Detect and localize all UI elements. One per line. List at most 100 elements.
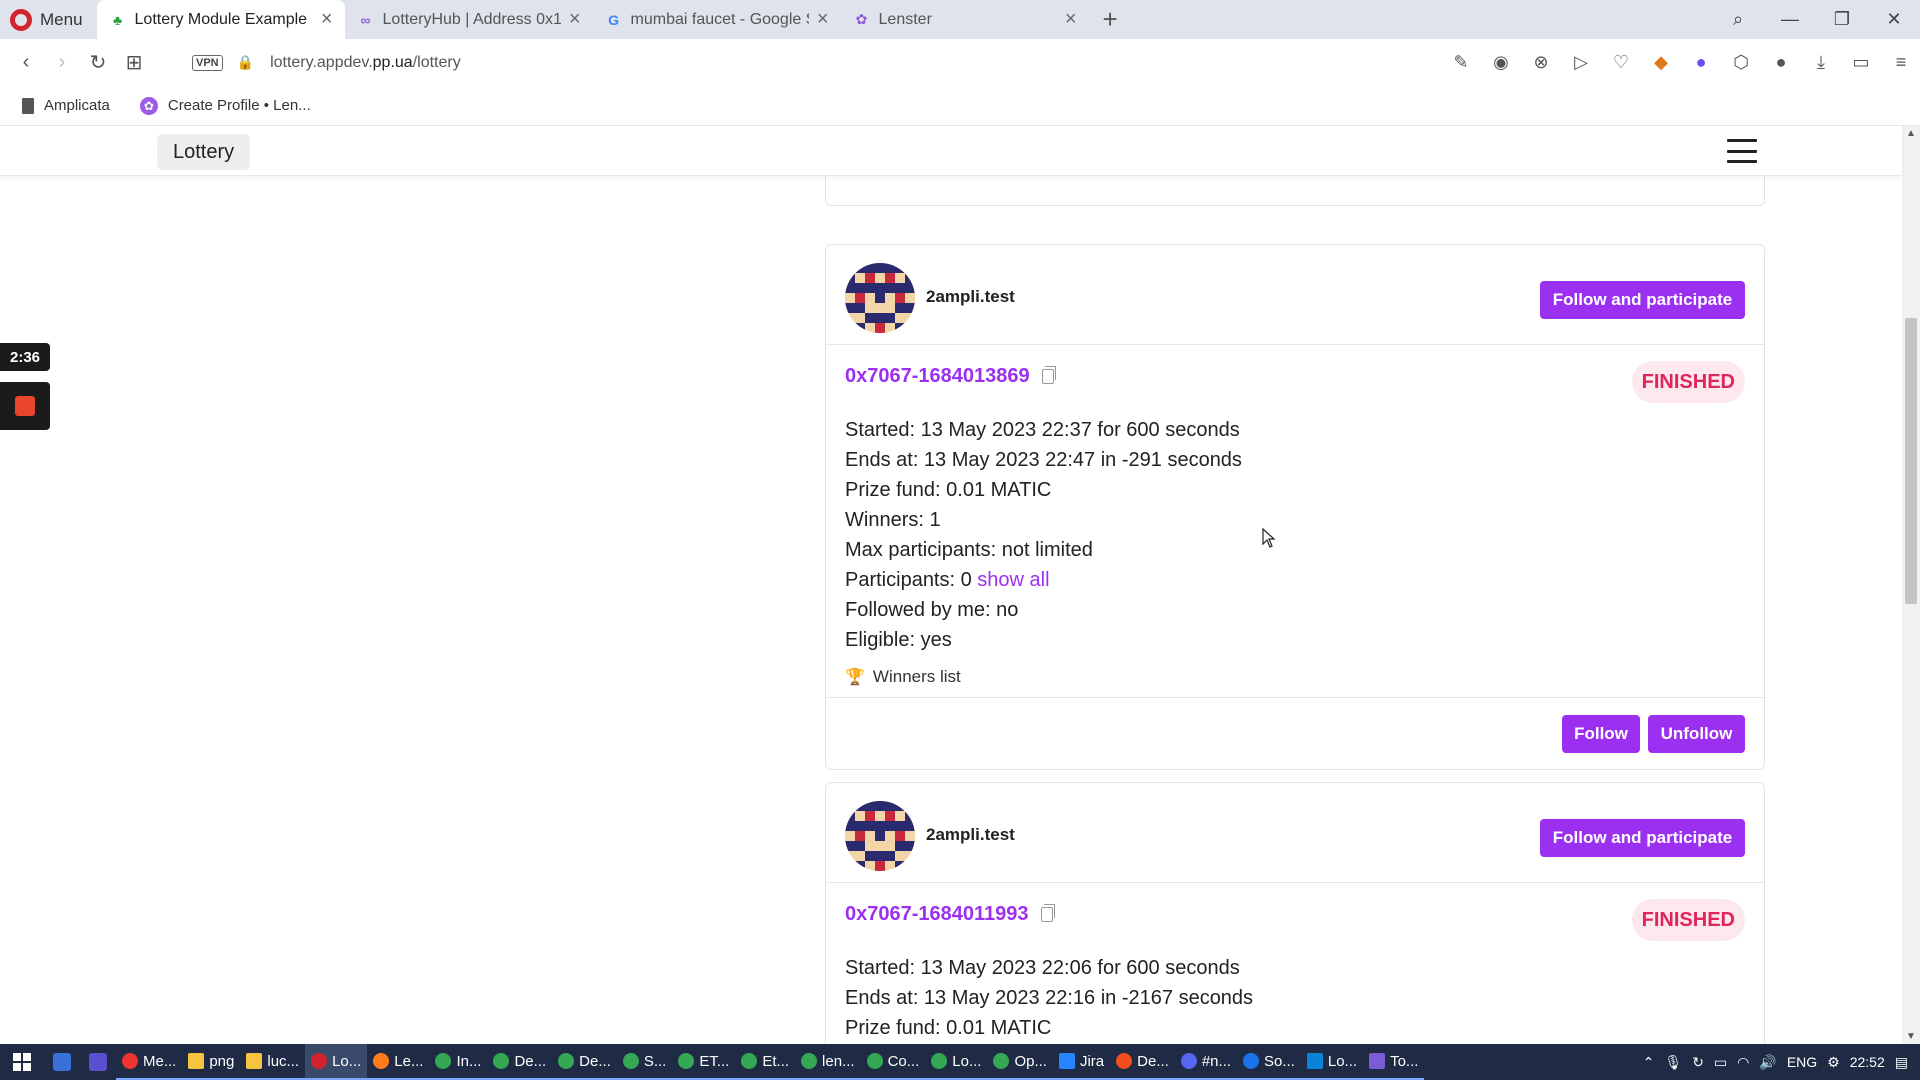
close-window-icon[interactable]: ✕ [1868, 9, 1920, 30]
hamburger-menu-icon[interactable] [1727, 139, 1757, 163]
avatar[interactable] [845, 263, 915, 333]
taskbar-item[interactable]: Lo... [925, 1044, 988, 1080]
search-tabs-icon[interactable]: ⌕ [1712, 9, 1764, 30]
taskbar-item[interactable]: In... [429, 1044, 488, 1080]
opera-logo-icon [10, 8, 32, 31]
close-icon[interactable]: × [569, 8, 581, 31]
wifi-icon[interactable]: ◠ [1737, 1054, 1749, 1071]
tabs-grid-icon[interactable]: ⊞ [116, 50, 152, 75]
taskbar-item[interactable]: Co... [860, 1044, 926, 1080]
new-tab-button[interactable]: + [1089, 4, 1132, 35]
cube-icon[interactable]: ⬡ [1728, 52, 1754, 73]
chevron-up-icon[interactable]: ⌃ [1643, 1054, 1655, 1071]
taskbar-item[interactable]: Lo... [1300, 1044, 1364, 1080]
username[interactable]: 2ampli.test [926, 287, 1015, 307]
taskbar-item[interactable]: To... [1363, 1044, 1425, 1080]
language-indicator[interactable]: ENG [1787, 1054, 1817, 1070]
send-icon[interactable]: ▷ [1568, 52, 1594, 73]
lottery-card: 2ampli.test Follow and participate 0x706… [825, 782, 1765, 1044]
start-button[interactable] [0, 1044, 44, 1080]
vpn-badge[interactable]: VPN [192, 54, 223, 71]
notifications-icon[interactable]: ▤ [1895, 1054, 1908, 1071]
show-all-link[interactable]: show all [977, 569, 1049, 591]
card-header: 2ampli.test Follow and participate [826, 245, 1764, 345]
taskbar-item[interactable]: De... [487, 1044, 553, 1080]
follow-and-participate-button[interactable]: Follow and participate [1540, 281, 1745, 319]
google-icon: G [608, 11, 619, 28]
lottery-id-text[interactable]: 0x7067-1684013869 [845, 365, 1030, 388]
brand-link[interactable]: Lottery [157, 134, 251, 170]
close-icon[interactable]: × [1065, 8, 1077, 31]
camera-icon[interactable]: ◉ [1488, 52, 1514, 73]
taskbar-item[interactable]: S... [616, 1044, 673, 1080]
page-scrollbar[interactable]: ▲ ▼ [1902, 126, 1920, 1044]
app-icon[interactable] [80, 1044, 116, 1080]
profile-icon[interactable]: ● [1768, 52, 1794, 73]
block-icon[interactable]: ⊗ [1528, 52, 1554, 73]
minimize-icon[interactable]: — [1764, 9, 1816, 30]
winners-list-toggle[interactable]: 🏆 Winners list [845, 667, 961, 687]
taskbar-item[interactable]: De... [552, 1044, 617, 1080]
address-bar: ‹ › ↻ ⊞ VPN 🔒 lottery.appdev.pp.ua/lotte… [0, 39, 1920, 86]
settings-icon[interactable]: ⚙ [1827, 1054, 1840, 1071]
scroll-down-icon[interactable]: ▼ [1902, 1031, 1920, 1042]
download-icon[interactable]: ⤓ [1808, 52, 1834, 73]
avatar[interactable] [845, 801, 915, 871]
unfollow-button[interactable]: Unfollow [1648, 715, 1745, 753]
restore-icon[interactable]: ❐ [1816, 9, 1868, 30]
taskbar-item[interactable]: png [182, 1044, 241, 1080]
calculator-icon[interactable] [44, 1044, 80, 1080]
lottery-info: Started: 13 May 2023 22:37 for 600 secon… [845, 415, 1242, 655]
copy-icon[interactable] [1040, 904, 1055, 922]
metamask-icon[interactable]: ◆ [1648, 52, 1674, 73]
taskbar-item[interactable]: #n... [1174, 1044, 1238, 1080]
lock-icon[interactable]: 🔒 [237, 54, 254, 71]
tab-lenster[interactable]: ✿ Lenster × [841, 0, 1089, 39]
taskbar-item[interactable]: Le... [367, 1044, 430, 1080]
stop-icon [15, 396, 35, 416]
extension-circle-icon[interactable]: ● [1688, 52, 1714, 73]
taskbar-item[interactable]: luc... [240, 1044, 306, 1080]
edit-icon[interactable]: ✎ [1448, 52, 1474, 73]
tab-lottery-module[interactable]: ♣ Lottery Module Example × [96, 0, 345, 39]
taskbar-item[interactable]: Me... [116, 1044, 183, 1080]
close-icon[interactable]: × [321, 8, 333, 31]
battery-icon[interactable]: ▭ [1848, 52, 1874, 73]
bookmark-amplicata[interactable]: Amplicata [22, 97, 110, 114]
browser-menu-button[interactable]: Menu [0, 0, 97, 39]
forward-icon[interactable]: › [44, 51, 80, 74]
lottery-id-text[interactable]: 0x7067-1684011993 [845, 903, 1029, 926]
tab-google-search[interactable]: G mumbai faucet - Google Sea × [593, 0, 841, 39]
scroll-thumb[interactable] [1905, 318, 1917, 604]
taskbar-item[interactable]: Et... [735, 1044, 796, 1080]
battery-icon[interactable]: ▭ [1714, 1054, 1727, 1071]
username[interactable]: 2ampli.test [926, 825, 1015, 845]
microphone-icon[interactable]: 🎙 [1664, 1054, 1682, 1071]
tab-lotteryhub[interactable]: ∞ LotteryHub | Address 0x15f × [345, 0, 593, 39]
taskbar-item[interactable]: Op... [987, 1044, 1053, 1080]
reload-icon[interactable]: ↻ [80, 50, 116, 75]
taskbar-item[interactable]: ET... [672, 1044, 736, 1080]
follow-button[interactable]: Follow [1562, 715, 1640, 753]
lottery-id[interactable]: 0x7067-1684013869 [845, 365, 1056, 388]
follow-and-participate-button[interactable]: Follow and participate [1540, 819, 1745, 857]
copy-icon[interactable] [1041, 366, 1056, 384]
taskbar-label: Me... [143, 1052, 177, 1070]
heart-icon[interactable]: ♡ [1608, 52, 1634, 73]
clock[interactable]: 22:52 [1850, 1054, 1885, 1070]
url-field[interactable]: lottery.appdev.pp.ua/lottery [270, 54, 461, 72]
bookmark-create-profile[interactable]: ✿ Create Profile • Len... [139, 96, 311, 115]
taskbar-item[interactable]: So... [1237, 1044, 1301, 1080]
easy-setup-icon[interactable]: ≡ [1888, 52, 1914, 73]
sync-icon[interactable]: ↻ [1692, 1054, 1704, 1071]
taskbar-item[interactable]: Jira [1052, 1044, 1111, 1080]
volume-icon[interactable]: 🔊 [1759, 1054, 1776, 1071]
back-icon[interactable]: ‹ [8, 51, 44, 74]
taskbar-item[interactable]: De... [1110, 1044, 1175, 1080]
close-icon[interactable]: × [817, 8, 829, 31]
scroll-up-icon[interactable]: ▲ [1902, 128, 1920, 139]
stop-recording-button[interactable] [0, 382, 50, 430]
taskbar-item[interactable]: Lo... [305, 1044, 368, 1080]
lottery-id[interactable]: 0x7067-1684011993 [845, 903, 1055, 926]
taskbar-item[interactable]: len... [795, 1044, 861, 1080]
